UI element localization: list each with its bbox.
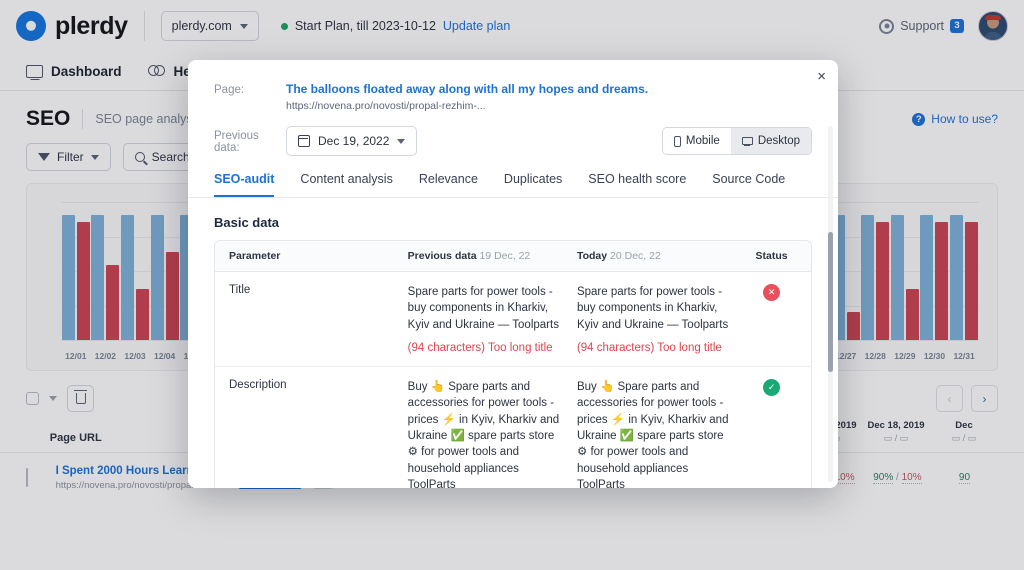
- cell-text: Buy 👆 Spare parts and accessories for po…: [408, 379, 577, 488]
- modal-page-title[interactable]: The balloons floated away along with all…: [286, 82, 648, 96]
- basic-data-table: Parameter Previous data 19 Dec, 22 Today…: [214, 240, 812, 488]
- desktop-icon: [742, 137, 753, 145]
- close-icon[interactable]: ×: [817, 69, 826, 84]
- modal-tab-relevance[interactable]: Relevance: [419, 172, 478, 197]
- device-tab-mobile[interactable]: Mobile: [663, 128, 731, 154]
- cell-text: Buy 👆 Spare parts and accessories for po…: [577, 379, 746, 488]
- modal-previous-label: Previous data:: [214, 128, 286, 154]
- cell-text: Spare parts for power tools - buy compon…: [577, 284, 746, 333]
- modal-page-row: Page: The balloons floated away along wi…: [188, 60, 838, 112]
- cell-today: Buy 👆 Spare parts and accessories for po…: [577, 379, 746, 488]
- cell-parameter: Title: [229, 284, 408, 296]
- cell-previous: Buy 👆 Spare parts and accessories for po…: [408, 379, 577, 488]
- modal-page-label: Page:: [214, 82, 286, 112]
- status-badge-ok: ✓: [763, 379, 780, 396]
- modal-tab-duplicates[interactable]: Duplicates: [504, 172, 562, 197]
- table-row: TitleSpare parts for power tools - buy c…: [215, 272, 811, 367]
- cell-note: (94 characters) Too long title: [408, 342, 577, 354]
- col-today: Today 20 Dec, 22: [577, 250, 746, 262]
- cell-note: (94 characters) Too long title: [577, 342, 746, 354]
- cell-today: Spare parts for power tools - buy compon…: [577, 284, 746, 354]
- table-row: DescriptionBuy 👆 Spare parts and accesso…: [215, 367, 811, 488]
- cell-parameter: Description: [229, 379, 408, 391]
- col-previous: Previous data 19 Dec, 22: [408, 250, 577, 262]
- modal-tabs: SEO-audit Content analysis Relevance Duplic…: [188, 156, 838, 198]
- cell-previous: Spare parts for power tools - buy compon…: [408, 284, 577, 354]
- cell-status: ✕: [746, 284, 797, 301]
- chevron-down-icon: [397, 139, 405, 144]
- basic-data-table-header: Parameter Previous data 19 Dec, 22 Today…: [215, 241, 811, 272]
- col-status: Status: [746, 250, 797, 262]
- modal-previous-row: Previous data: Dec 19, 2022 Mobile Deskt…: [188, 112, 838, 156]
- col-previous-sub: 19 Dec, 22: [479, 250, 530, 262]
- col-today-sub: 20 Dec, 22: [610, 250, 661, 262]
- date-picker-value: Dec 19, 2022: [318, 134, 389, 148]
- device-mobile-label: Mobile: [686, 135, 720, 147]
- device-desktop-label: Desktop: [758, 135, 800, 147]
- modal-content: × Page: The balloons floated away along …: [188, 60, 838, 488]
- device-tab-desktop[interactable]: Desktop: [731, 128, 811, 154]
- cell-status: ✓: [746, 379, 797, 396]
- modal-tab-content-analysis[interactable]: Content analysis: [300, 172, 392, 197]
- status-badge-error: ✕: [763, 284, 780, 301]
- basic-data-table-body: TitleSpare parts for power tools - buy c…: [215, 272, 811, 488]
- modal-tab-source-code[interactable]: Source Code: [712, 172, 785, 197]
- calendar-icon: [298, 135, 310, 147]
- date-picker[interactable]: Dec 19, 2022: [286, 126, 417, 156]
- modal-tab-seo-health-score[interactable]: SEO health score: [588, 172, 686, 197]
- col-parameter: Parameter: [229, 250, 408, 262]
- app-root: plerdy plerdy.com Start Plan, till 2023-…: [0, 0, 1024, 570]
- section-title-basic-data: Basic data: [188, 198, 838, 230]
- modal-tab-seo-audit[interactable]: SEO-audit: [214, 172, 274, 197]
- col-previous-label: Previous data: [408, 250, 477, 262]
- phone-icon: [674, 136, 681, 147]
- cell-text: Spare parts for power tools - buy compon…: [408, 284, 577, 333]
- seo-audit-modal: × Page: The balloons floated away along …: [188, 60, 838, 488]
- modal-page-url: https://novena.pro/novosti/propal-rezhim…: [286, 100, 648, 112]
- col-today-label: Today: [577, 250, 607, 262]
- modal-scrollbar-thumb[interactable]: [828, 232, 833, 372]
- device-toggle: Mobile Desktop: [662, 127, 812, 155]
